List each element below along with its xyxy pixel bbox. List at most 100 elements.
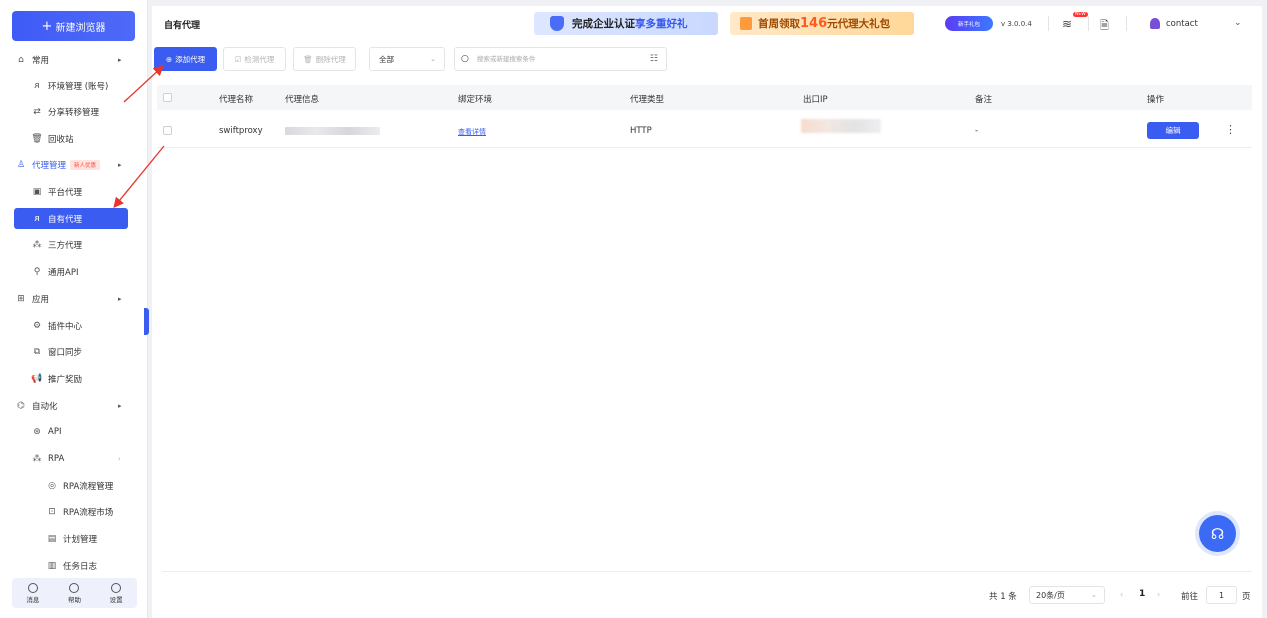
help-icon	[69, 582, 80, 593]
rpa-icon: ⁂	[32, 454, 42, 464]
check-proxy-label: 检测代理	[244, 54, 275, 64]
trash-icon: 🗑	[303, 54, 313, 64]
help-button[interactable]: 帮助	[68, 582, 81, 604]
sidebar-item-rpa-market[interactable]: ⊡ RPA流程市场	[0, 501, 148, 523]
sidebar-item-rpa-flow-management[interactable]: ◎ RPA流程管理	[0, 475, 148, 497]
messages-label: 消息	[26, 595, 40, 604]
sidebar-item-task-log[interactable]: ▥ 任务日志	[0, 555, 148, 577]
column-header: 代理类型	[630, 95, 665, 105]
user-icon: ᴙ	[34, 213, 40, 224]
trash-icon: 🗑	[31, 134, 43, 144]
more-actions-icon[interactable]: ⋮	[1225, 123, 1236, 136]
goto-page-input[interactable]	[1206, 586, 1237, 604]
enterprise-promo-banner[interactable]: 完成企业认证 享多重好礼	[534, 12, 718, 35]
add-proxy-label: 添加代理	[175, 54, 206, 64]
settings-button[interactable]: 设置	[110, 582, 123, 604]
store-icon: ⊡	[48, 507, 56, 517]
sidebar-item-referral[interactable]: 📢 推广奖励	[0, 368, 148, 390]
column-header: 操作	[1147, 95, 1165, 105]
current-page[interactable]: 1	[1139, 589, 1145, 599]
delete-proxy-label: 删除代理	[315, 54, 346, 64]
chevron-right-icon: ›	[118, 455, 121, 463]
search-icon: ○	[461, 54, 469, 64]
sidebar-item-third-party-proxy[interactable]: ⁂ 三方代理	[0, 234, 148, 256]
sidebar-item-label: 代理管理	[32, 161, 67, 171]
proxy-info-redacted	[285, 127, 380, 135]
row-checkbox[interactable]	[163, 126, 172, 135]
sidebar-item-recycle-bin[interactable]: 🗑 回收站	[0, 128, 148, 150]
column-header: 出口IP	[803, 95, 828, 105]
plus-icon: +	[41, 18, 53, 34]
user-menu[interactable]: contact	[1150, 18, 1198, 29]
divider	[1088, 16, 1089, 31]
sidebar-item-schedule[interactable]: ▤ 计划管理	[0, 528, 148, 550]
next-page-icon[interactable]: ›	[1157, 590, 1160, 599]
sidebar-item-plugin-center[interactable]: ⚙ 插件中心	[0, 315, 148, 337]
table-row: swiftproxy 查看详情 HTTP - 编辑 ⋮	[157, 114, 1252, 148]
promo-amount: 146	[800, 16, 828, 31]
edit-button[interactable]: 编辑	[1147, 122, 1199, 139]
shield-check-icon	[550, 16, 564, 31]
page-size-select[interactable]: 20条/页 ⌄	[1029, 586, 1105, 604]
check-proxy-button[interactable]: ☑ 检测代理	[223, 47, 286, 71]
sidebar-item-window-sync[interactable]: ⧉ 窗口同步	[0, 341, 148, 363]
sidebar-item-label: 常用	[32, 56, 50, 66]
sidebar-item-share-transfer[interactable]: ⇄ 分享转移管理	[0, 101, 148, 123]
plus-circle-icon: ⊕	[165, 54, 173, 64]
promo-text: 元代理大礼包	[827, 18, 891, 30]
filter-columns-icon[interactable]: ☷	[650, 54, 658, 64]
sidebar-item-generic-api[interactable]: ⚲ 通用API	[0, 261, 148, 283]
promo-highlight: 享多重好礼	[635, 18, 688, 30]
sidebar-item-own-proxy[interactable]: ᴙ 自有代理	[14, 208, 128, 229]
bell-icon	[27, 582, 38, 593]
novice-gift-button[interactable]: 新手礼包	[945, 16, 993, 31]
sync-icon: ⧉	[33, 347, 41, 357]
sidebar-item-env-management[interactable]: ᴙ 环境管理 (账号)	[0, 75, 148, 97]
filter-select[interactable]: 全部 ⌄	[369, 47, 445, 71]
sidebar-item-label: 插件中心	[48, 322, 83, 332]
chevron-right-icon: ▸	[118, 295, 122, 303]
chevron-down-icon[interactable]: ⌄	[1234, 18, 1242, 28]
layers-icon[interactable]: ≋	[1062, 17, 1076, 31]
sidebar-item-label: 平台代理	[48, 188, 83, 198]
chevron-right-icon: ▸	[118, 402, 122, 410]
messages-button[interactable]: 消息	[26, 582, 40, 604]
search-input[interactable]	[476, 55, 637, 63]
new-browser-label: 新建浏览器	[55, 22, 106, 34]
promo-text: 完成企业认证	[572, 18, 635, 30]
gift-icon	[740, 17, 752, 30]
home-icon: ⌂	[18, 55, 24, 65]
user-icon: ᴙ	[34, 81, 40, 91]
sidebar-group-proxy[interactable]: ♙ 代理管理 新人优惠 ▸	[0, 154, 148, 176]
proxy-gift-promo-banner[interactable]: 首周领取 146 元代理大礼包	[730, 12, 914, 35]
sidebar-group-apps[interactable]: ⊞ 应用 ▸	[0, 288, 148, 310]
sidebar-group-automation[interactable]: ⌬ 自动化 ▸	[0, 395, 148, 417]
sidebar-item-api[interactable]: ⊛ API	[0, 421, 148, 443]
user-name: contact	[1166, 18, 1198, 29]
sidebar-item-rpa[interactable]: ⁂ RPA ›	[0, 448, 148, 470]
sidebar-item-label: 通用API	[48, 268, 79, 278]
delete-proxy-button[interactable]: 🗑 删除代理	[293, 47, 356, 71]
prev-page-icon[interactable]: ‹	[1120, 590, 1123, 599]
sidebar-group-common[interactable]: ⌂ 常用 ▸	[0, 49, 148, 71]
column-header: 代理信息	[285, 95, 320, 105]
api-search-icon: ⚲	[33, 267, 41, 277]
add-proxy-button[interactable]: ⊕ 添加代理	[154, 47, 217, 71]
divider	[1048, 16, 1049, 31]
headset-icon: ☊	[1210, 524, 1225, 543]
document-icon[interactable]: 🗎	[1100, 17, 1109, 36]
sidebar-collapse-handle[interactable]	[144, 308, 149, 335]
sidebar-item-label: 任务日志	[63, 562, 98, 572]
sidebar-item-label: 分享转移管理	[48, 108, 100, 118]
robot-icon: ⌬	[17, 401, 25, 411]
sidebar-item-label: RPA流程管理	[63, 482, 114, 492]
proxy-type: HTTP	[630, 126, 652, 136]
customer-support-button[interactable]: ☊	[1199, 515, 1236, 552]
select-all-checkbox[interactable]	[163, 93, 172, 102]
sidebar-item-label: 自有代理	[48, 214, 83, 225]
sidebar-item-platform-proxy[interactable]: ▣ 平台代理	[0, 181, 148, 203]
new-browser-button[interactable]: + 新建浏览器	[12, 11, 135, 41]
table-header: 代理名称 代理信息 绑定环境 代理类型 出口IP 备注 操作	[157, 85, 1252, 110]
view-details-link[interactable]: 查看详情	[458, 127, 486, 137]
gear-icon	[111, 582, 122, 593]
